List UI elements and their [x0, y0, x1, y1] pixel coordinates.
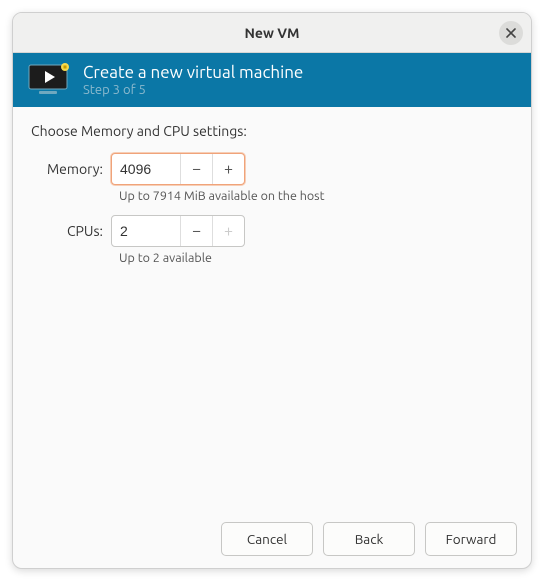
close-icon: [506, 28, 516, 38]
footer: Cancel Back Forward: [13, 510, 531, 568]
forward-button[interactable]: Forward: [425, 522, 517, 556]
memory-increment[interactable]: +: [212, 154, 244, 184]
banner-text: Create a new virtual machine Step 3 of 5: [83, 63, 303, 97]
monitor-icon: [27, 63, 71, 97]
cpus-hint: Up to 2 available: [119, 251, 513, 265]
memory-hint: Up to 7914 MiB available on the host: [119, 189, 513, 203]
memory-stepper: − +: [111, 153, 245, 185]
cpus-increment[interactable]: +: [212, 216, 244, 246]
banner-title: Create a new virtual machine: [83, 63, 303, 83]
cpus-row: CPUs: − +: [31, 215, 513, 247]
titlebar: New VM: [13, 13, 531, 53]
memory-decrement[interactable]: −: [180, 154, 212, 184]
window-title: New VM: [244, 25, 299, 41]
banner-step: Step 3 of 5: [83, 83, 303, 97]
cpus-stepper: − +: [111, 215, 245, 247]
cancel-button[interactable]: Cancel: [221, 522, 313, 556]
memory-row: Memory: − +: [31, 153, 513, 185]
dialog-window: New VM Create a new virtual machine Step…: [12, 12, 532, 569]
content-area: Choose Memory and CPU settings: Memory: …: [13, 107, 531, 510]
cpus-label: CPUs:: [31, 223, 111, 239]
close-button[interactable]: [499, 21, 523, 45]
back-button[interactable]: Back: [323, 522, 415, 556]
cpus-input[interactable]: [112, 216, 180, 246]
memory-input[interactable]: [112, 154, 180, 184]
section-heading: Choose Memory and CPU settings:: [31, 123, 513, 139]
wizard-banner: Create a new virtual machine Step 3 of 5: [13, 53, 531, 107]
memory-label: Memory:: [31, 161, 111, 177]
cpus-decrement[interactable]: −: [180, 216, 212, 246]
